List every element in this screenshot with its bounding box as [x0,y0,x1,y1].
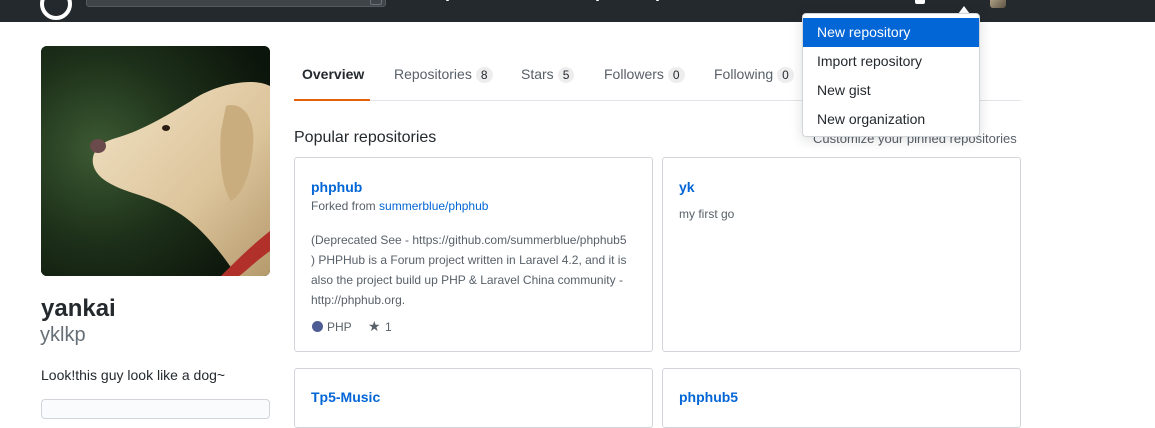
slash-shortcut-icon [370,0,382,5]
tab-overview[interactable]: Overview [294,60,370,101]
dropdown-item-import-repository[interactable]: Import repository [803,47,979,76]
github-logo-icon[interactable] [40,0,72,20]
repo-name-link[interactable]: phphub5 [679,389,738,405]
tab-counter: 0 [667,67,685,83]
repo-name-link[interactable]: phphub [311,179,362,195]
forked-from-text: Forked from summerblue/phphub [311,199,488,213]
repo-description: (Deprecated See - https://github.com/sum… [311,230,646,310]
tab-label: Repositories [394,66,472,82]
forked-from-link[interactable]: summerblue/phphub [379,199,488,213]
repo-card: phphub Forked from summerblue/phphub (De… [294,157,653,352]
popular-repositories-heading: Popular repositories [294,129,437,146]
tab-label: Followers [604,66,664,82]
tab-counter: 5 [557,67,575,83]
repo-language: PHP [327,320,352,334]
nav-item-fragment[interactable] [656,0,659,1]
tab-repositories[interactable]: Repositories 8 [394,60,493,101]
repo-card: phphub5 [662,368,1021,428]
tab-label: Following [714,66,774,82]
profile-username: yklkp [40,324,86,346]
repo-card: Tp5-Music [294,368,653,428]
language-color-dot [312,321,323,332]
nav-item-fragment[interactable] [596,0,599,1]
repo-name-link[interactable]: yk [679,179,695,195]
repo-name-link[interactable]: Tp5-Music [311,389,380,405]
repo-description-line: (Deprecated See - https://github.com/sum… [311,233,627,247]
tab-followers[interactable]: Followers 0 [604,60,685,101]
star-count[interactable]: 1 [385,320,392,334]
dropdown-item-new-repository[interactable]: New repository [803,18,979,47]
nav-item-fragment[interactable] [446,0,449,1]
tab-counter: 8 [475,67,493,83]
dog-avatar-image [41,46,270,276]
profile-bio: Look!this guy look like a dog~ [41,367,226,383]
repo-card: yk my first go [662,157,1021,352]
top-header [0,0,1155,22]
tab-label: Stars [521,66,554,82]
forked-prefix: Forked from [311,199,376,213]
dropdown-item-new-organization[interactable]: New organization [803,105,979,134]
header-avatar[interactable] [990,0,1006,8]
repo-description: my first go [679,207,735,221]
create-new-dropdown: New repository Import repository New gis… [802,13,980,137]
profile-avatar[interactable] [41,46,270,276]
tab-following[interactable]: Following 0 [714,60,794,101]
star-icon[interactable]: ★ [368,319,381,333]
repo-description-line: also the project build up PHP & Laravel … [311,273,623,287]
tab-counter: 0 [777,67,794,83]
tab-label: Overview [302,66,365,82]
search-input[interactable] [86,0,386,7]
repo-description-line: http://phphub.org. [311,293,406,307]
repo-description-line: ) PHPHub is a Forum project written in L… [311,253,627,267]
edit-profile-button[interactable] [41,399,270,419]
dropdown-item-new-gist[interactable]: New gist [803,76,979,105]
profile-fullname: yankai [41,295,116,322]
tab-stars[interactable]: Stars 5 [521,60,575,101]
notification-bell-icon[interactable] [915,0,925,4]
